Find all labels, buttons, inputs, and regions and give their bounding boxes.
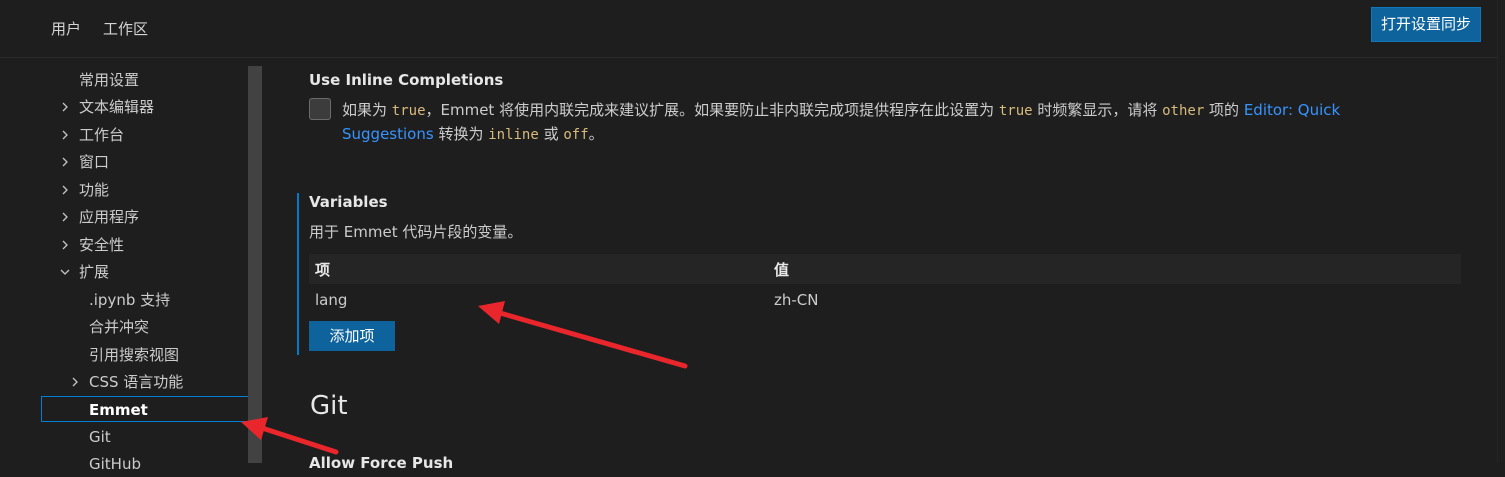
toc-item-label: GitHub xyxy=(89,455,141,473)
open-settings-sync-button[interactable]: 打开设置同步 xyxy=(1371,7,1481,42)
toc-item-application[interactable]: 应用程序 xyxy=(58,204,139,230)
toc-item-label: .ipynb 支持 xyxy=(89,291,171,309)
chevron-right-icon xyxy=(58,122,72,148)
add-item-button[interactable]: 添加项 xyxy=(309,321,395,351)
chevron-right-icon xyxy=(58,204,72,230)
tab-workspace[interactable]: 工作区 xyxy=(103,18,148,39)
toc-item-label: 功能 xyxy=(79,181,110,199)
variables-table-header: 项 值 xyxy=(309,254,1461,284)
toc-item-security[interactable]: 安全性 xyxy=(58,232,124,258)
chevron-right-icon xyxy=(58,177,72,203)
toc-item-label: 工作台 xyxy=(79,126,125,144)
toc-item-github[interactable]: GitHub xyxy=(89,451,141,477)
toc-item-label: 安全性 xyxy=(79,236,125,254)
setting-title-variables: Variables xyxy=(309,193,388,211)
chevron-down-icon xyxy=(58,259,72,285)
toc-item-text-editor[interactable]: 文本编辑器 xyxy=(58,94,154,120)
chevron-right-icon xyxy=(58,232,72,258)
toc-item-label: Emmet xyxy=(89,401,148,419)
toc-item-emmet[interactable]: Emmet xyxy=(41,396,260,422)
editor-edge xyxy=(1497,0,1505,463)
toc-item-label: 合并冲突 xyxy=(89,318,150,336)
toc-item-workbench[interactable]: 工作台 xyxy=(58,122,124,148)
toc-item-references-view[interactable]: 引用搜索视图 xyxy=(89,342,179,368)
variable-value: zh-CN xyxy=(774,291,819,309)
setting-description-inline-completions: 如果为 true，Emmet 将使用内联完成来建议扩展。如果要防止非内联完成项提… xyxy=(342,101,1341,143)
variable-key: lang xyxy=(315,291,348,309)
tab-user[interactable]: 用户 xyxy=(51,18,81,39)
settings-toc: 常用设置 文本编辑器 工作台 窗口 功能 应用程序 安全性 扩展 .ipynb … xyxy=(0,58,260,473)
toc-item-extensions[interactable]: 扩展 xyxy=(58,259,109,285)
chevron-right-icon xyxy=(68,369,82,395)
toc-item-css-language[interactable]: CSS 语言功能 xyxy=(68,369,183,395)
toc-item-label: 应用程序 xyxy=(79,208,140,226)
toc-item-features[interactable]: 功能 xyxy=(58,177,109,203)
toc-item-merge-conflict[interactable]: 合并冲突 xyxy=(89,314,149,340)
toc-item-commonly-used[interactable]: 常用设置 xyxy=(79,67,139,93)
column-header-value: 值 xyxy=(774,261,790,279)
setting-title-inline-completions: Use Inline Completions xyxy=(309,71,504,89)
toc-scrollbar[interactable] xyxy=(248,66,262,463)
settings-content: Use Inline Completions 如果为 true，Emmet 将使… xyxy=(262,58,1497,472)
toc-item-ipynb[interactable]: .ipynb 支持 xyxy=(89,287,170,313)
chevron-right-icon xyxy=(58,94,72,120)
toc-item-label: 扩展 xyxy=(79,263,110,281)
toc-item-label: CSS 语言功能 xyxy=(89,373,184,391)
setting-title-allow-force-push: Allow Force Push xyxy=(309,454,454,472)
section-heading-git: Git xyxy=(310,391,348,421)
toc-item-label: 窗口 xyxy=(79,153,110,171)
toc-item-label: 常用设置 xyxy=(79,71,140,89)
toc-item-label: 引用搜索视图 xyxy=(89,346,180,364)
setting-description-variables: 用于 Emmet 代码片段的变量。 xyxy=(309,223,523,241)
toc-item-label: Git xyxy=(89,428,111,446)
column-header-item: 项 xyxy=(315,261,331,279)
toc-item-window[interactable]: 窗口 xyxy=(58,149,109,175)
toc-item-label: 文本编辑器 xyxy=(79,98,155,116)
chevron-right-icon xyxy=(58,149,72,175)
focused-setting-indicator xyxy=(297,193,299,355)
toc-item-git[interactable]: Git xyxy=(89,424,111,450)
inline-completions-checkbox[interactable] xyxy=(309,98,331,120)
settings-header: 用户 工作区 打开设置同步 xyxy=(0,0,1505,58)
